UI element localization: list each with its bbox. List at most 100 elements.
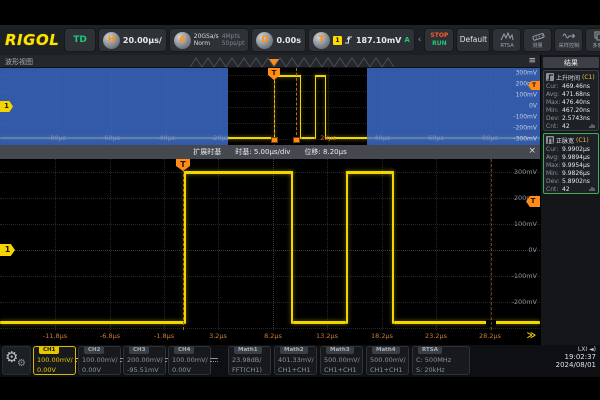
waveform-falling-edge <box>325 75 326 139</box>
rtsa-center-freq: C: 500MHz <box>416 356 451 364</box>
trigger-settings[interactable]: T 1 187.10mV A <box>308 28 415 52</box>
grid-line <box>0 328 540 329</box>
math3-scale: 500.00mV/ <box>324 356 360 364</box>
stat-label: Max: <box>546 99 562 106</box>
measurement-card-pulsewidth[interactable]: 正脉宽 (C1) Cur:9.9902μs Avg:9.9894μs Max:9… <box>543 133 599 194</box>
close-icon[interactable]: × <box>528 146 536 156</box>
sample-resolution: 50ps/pt <box>222 40 245 47</box>
trigger-status-label: TD <box>69 35 91 45</box>
math4-tab[interactable]: Math4 <box>372 347 400 354</box>
default-button[interactable]: Default <box>456 28 490 52</box>
overview-time-label: 40μs <box>374 134 390 142</box>
zoom-info-bar: 扩展时基 时基: 5.00μs/div 位移: 8.20μs × <box>0 145 540 159</box>
multi-window-button[interactable]: 多窗口 <box>585 28 600 52</box>
run-stop-button[interactable]: STOP RUN <box>424 28 454 52</box>
stat-value: 2.5743ns <box>562 115 590 122</box>
grid-line <box>436 159 437 330</box>
sample-control-button[interactable]: 采样控制 <box>554 28 583 52</box>
channel4-scale: 100.00mV/ <box>172 356 208 364</box>
trigger-coupling: A <box>404 36 409 44</box>
channel3-box[interactable]: CH3 200.00mV/ -95.51mV <box>123 346 166 375</box>
oscilloscope-screen: RIGOL TD H 20.00μs/ A 20GSa/s Norm 4Mpts… <box>0 0 600 400</box>
measurement-card-risetime[interactable]: 上升时间 (C1) Cur:469.46ns Avg:471.68ns Max:… <box>543 70 599 131</box>
aux-marker-line[interactable] <box>491 159 492 330</box>
math3-tab[interactable]: Math3 <box>326 347 354 354</box>
horizontal-settings[interactable]: H 20.00μs/ <box>98 28 167 52</box>
trigger-knob[interactable]: T <box>313 32 330 49</box>
stat-label: Dev: <box>546 115 562 122</box>
acquire-knob[interactable]: A <box>174 32 191 49</box>
waveform-rising-edge <box>315 75 316 139</box>
delay-knob[interactable]: D <box>256 32 273 49</box>
channel3-scale: 200.00mV/ <box>127 356 163 364</box>
channel2-box[interactable]: CH2 100.00mV/ 0.00V <box>78 346 121 375</box>
channel4-tab[interactable]: CH4 <box>174 347 194 354</box>
math3-box[interactable]: Math3 500.00mV/ CH1+CH1 <box>320 346 363 375</box>
waveform-pulse-top <box>346 171 394 174</box>
grid-line <box>0 198 540 199</box>
math1-box[interactable]: Math1 23.98dB/ FFT(CH1) <box>228 346 271 375</box>
delay-settings[interactable]: D 0.00s <box>251 28 306 52</box>
gear-icon: ⚙ <box>17 359 26 369</box>
multi-window-label: 多窗口 <box>592 42 600 50</box>
window-menu-icon[interactable]: ≡ <box>528 56 536 66</box>
waveform-rising-edge <box>346 171 348 324</box>
main-volt-label: -100mV <box>511 272 537 280</box>
waveform-falling-edge <box>300 75 301 139</box>
math1-tab[interactable]: Math1 <box>234 347 262 354</box>
overview-volt-label: -100mV <box>513 114 537 121</box>
statistics-icon[interactable] <box>589 186 596 192</box>
main-volt-label: 300mV <box>514 168 537 176</box>
delay-value: 0.00s <box>276 36 301 45</box>
channel1-tab[interactable]: CH1 <box>39 347 59 354</box>
trigger-handle[interactable] <box>271 137 278 143</box>
waveform-baseline <box>0 321 184 324</box>
record-zigzag-decoration <box>190 57 400 67</box>
horizontal-knob[interactable]: H <box>103 32 120 49</box>
stat-value: 9.9902μs <box>562 146 590 153</box>
menu-expand-icon[interactable]: ≫ <box>527 331 536 341</box>
math1-scale: 23.98dB/ <box>232 356 261 364</box>
overview-volt-label: 0V <box>529 103 537 110</box>
measure-button[interactable]: 测量 <box>523 28 552 52</box>
channel3-tab[interactable]: CH3 <box>129 347 149 354</box>
window-title: 波形视图 <box>5 57 33 67</box>
stat-value: 467.20ns <box>562 107 590 114</box>
waveform-pulse-top <box>184 171 293 174</box>
main-trigger-line[interactable] <box>183 159 184 330</box>
stop-label: STOP <box>430 32 448 40</box>
collapse-arrow-icon[interactable]: ‹ <box>417 35 423 45</box>
channel4-box[interactable]: CH4 100.00mV/ 0.00V <box>168 346 211 375</box>
rtsa-box[interactable]: RTSA C: 500MHz S: 20kHz <box>412 346 470 375</box>
stat-value: 42 <box>562 186 570 193</box>
zoom-position-handle[interactable] <box>293 137 300 143</box>
beeper-icon: ◄) <box>589 346 596 353</box>
channel1-box[interactable]: CH1 100.00mV/ 0.00V <box>33 346 76 375</box>
main-volt-label: -200mV <box>511 298 537 306</box>
overview-volt-label: -300mV <box>513 136 537 143</box>
overview-time-label: 60μs <box>428 134 444 142</box>
stat-value: 469.46ns <box>562 83 590 90</box>
acquire-settings[interactable]: A 20GSa/s Norm 4Mpts 50ps/pt <box>169 28 250 52</box>
math4-box[interactable]: Math4 500.00mV/ CH1+CH1 <box>366 346 409 375</box>
stat-label: Cur: <box>546 146 562 153</box>
rtsa-button[interactable]: RTSA <box>492 28 521 52</box>
stat-value: 42 <box>562 123 570 130</box>
zoom-position-line[interactable] <box>296 68 297 140</box>
waveform-window: 波形视图 ≡ T -80μs -60μs -40μs -20μs 20μs 40… <box>0 55 540 345</box>
settings-button[interactable]: ⚙ ⚙ <box>2 346 31 375</box>
pulse-width-icon <box>546 136 554 144</box>
math2-box[interactable]: Math2 401.33mV/ CH1+CH1 <box>274 346 317 375</box>
rising-edge-icon <box>345 35 353 45</box>
stat-value: 9.9954μs <box>562 162 590 169</box>
statistics-icon[interactable] <box>589 123 596 129</box>
waveform-baseline <box>293 321 346 324</box>
acquire-mode: Norm <box>194 40 219 47</box>
math2-tab[interactable]: Math2 <box>280 347 308 354</box>
trigger-position-indicator[interactable] <box>269 59 279 66</box>
channel2-tab[interactable]: CH2 <box>84 347 104 354</box>
overview-time-label: -80μs <box>48 134 66 142</box>
main-time-label: 18.2μs <box>371 332 393 340</box>
waveform-falling-edge <box>392 171 394 324</box>
rtsa-tab[interactable]: RTSA <box>418 347 442 354</box>
